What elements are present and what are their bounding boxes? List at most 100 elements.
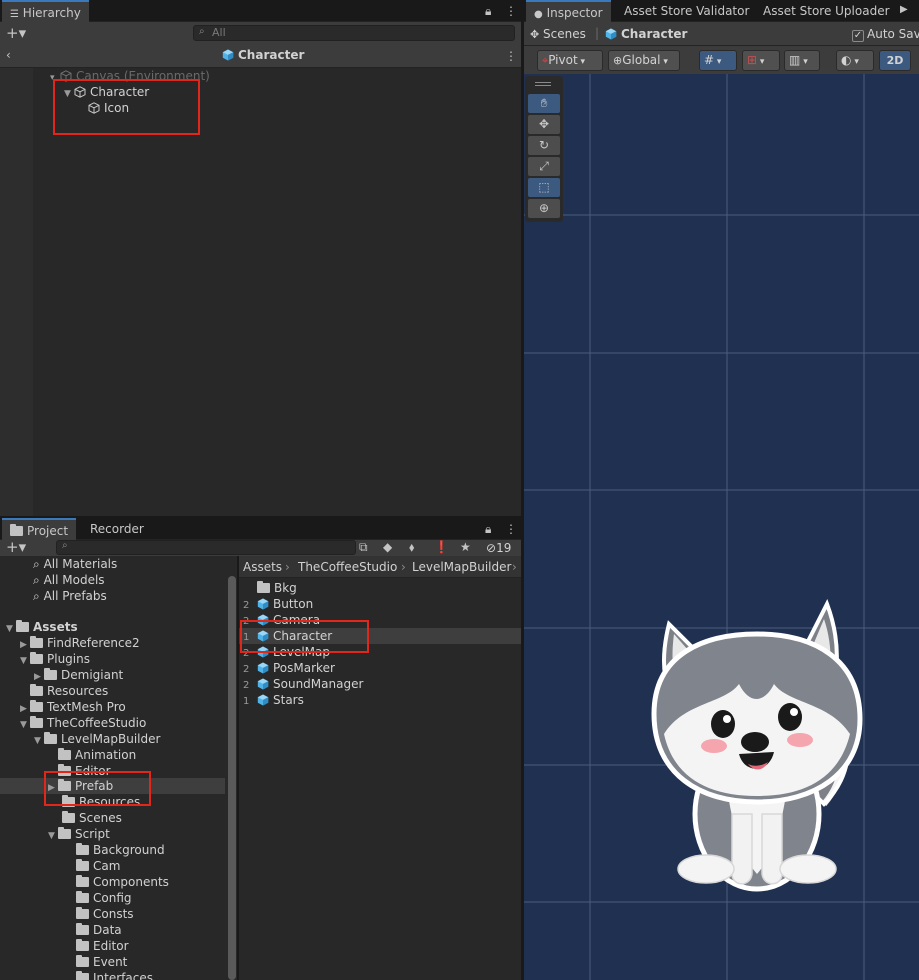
tree-label: Demigiant [61,668,124,682]
file-label: Button [273,597,314,611]
tree-item-interfaces[interactable]: Interfaces [76,970,153,980]
tree-label: Resources [47,684,109,698]
path-segment-levelmapbuilder[interactable]: LevelMapBuilder [412,559,511,575]
project-tabbar: Project Recorder 🔒︎ ⋮ [0,518,521,540]
global-label: Global [622,53,661,67]
rotate-tool-button[interactable]: ↻ [528,136,560,155]
favorite-all-models[interactable]: ⌕ All Models [33,572,105,588]
breadcrumb-character[interactable]: Character [605,26,687,42]
folder-icon [44,668,57,680]
favorite-star-icon[interactable]: ★ [460,540,471,554]
prefab-more-icon[interactable]: ⋮ [505,49,517,63]
file-item-soundmanager[interactable]: 2 SoundManager [243,676,363,692]
scene-view[interactable] [524,74,919,980]
tab-asset-store-uploader[interactable]: Asset Store Uploader [755,0,898,22]
tree-item-resources[interactable]: Resources [20,683,108,699]
lock-icon[interactable]: 🔒︎ [485,4,491,19]
prefab-mode-header: ‹ Character ⋮ [0,44,521,68]
back-arrow-icon[interactable]: ‹ [6,48,11,62]
highlight-box [53,79,200,135]
tree-item-plugins[interactable]: ▼ Plugins [20,651,90,667]
path-segment-thecoffeestudio[interactable]: TheCoffeeStudio [298,559,397,575]
pivot-dropdown[interactable]: ⌖Pivot ▾ [537,50,603,71]
add-icon[interactable]: +▾ [6,24,26,42]
search-icon: ⌕ [33,557,40,571]
lock-icon[interactable]: 🔒︎ [485,522,491,537]
tree-label: Script [75,827,110,841]
hierarchy-tab[interactable]: ☰ Hierarchy [2,0,89,22]
tree-item-findreference2[interactable]: ▶ FindReference2 [20,635,140,651]
snap-icon: ⊞ [747,53,758,67]
snap-increment-dropdown[interactable]: ⊞ ▾ [742,50,780,71]
scene-canvas[interactable] [524,74,919,980]
tree-item-animation[interactable]: Animation [48,747,136,763]
tree-item-script[interactable]: ▼ Script [48,826,110,842]
project-search-input[interactable]: ⌕ [56,540,356,555]
tree-item-levelmapbuilder[interactable]: ▼ LevelMapBuilder [34,731,160,747]
file-item-stars[interactable]: 1 Stars [243,692,304,708]
file-item-button[interactable]: 2 Button [243,596,313,612]
auto-save-toggle[interactable]: ✓Auto Save [852,26,919,42]
tree-item-consts[interactable]: Consts [76,906,134,922]
folder-icon [58,748,71,760]
file-item-posmarker[interactable]: 2 PosMarker [243,660,335,676]
tree-item-assets[interactable]: ▼ Assets [6,619,78,635]
hierarchy-toolbar: +▾ ⌕ All [0,22,521,44]
scale-tool-button[interactable]: ⤢ [528,157,560,176]
warning-icon[interactable]: ❗ [434,540,449,554]
tree-scrollbar[interactable] [228,576,236,980]
tree-item-thecoffeestudio[interactable]: ▼ TheCoffeeStudio [20,715,146,731]
tab-project[interactable]: Project [2,518,77,540]
filter-label-icon[interactable]: ⬧ [409,540,414,555]
folder-icon [16,620,29,632]
tab-overflow-icon[interactable]: ▶ [900,4,908,15]
tree-item-demigiant[interactable]: ▶ Demigiant [34,667,123,683]
prefab-title: Character [238,48,305,62]
tab-asset-store-validator[interactable]: Asset Store Validator [616,0,757,22]
grid-snap-toggle[interactable]: # ▾ [699,50,737,71]
prefab-cube-icon [257,694,269,706]
highlight-box [44,771,151,806]
hidden-packages-toggle[interactable]: ⊘19 [486,540,511,556]
create-icon[interactable]: +▾ [6,538,26,556]
draw-mode-dropdown[interactable]: ◐ ▾ [836,50,874,71]
transform-tool-button[interactable]: ⊕ [528,199,560,218]
filter-type-icon[interactable]: ◆ [383,540,392,554]
scale-icon: ⤢ [539,159,549,173]
tree-item-scenes[interactable]: Scenes [62,810,122,826]
tree-item-components[interactable]: Components [76,874,169,890]
path-segment-assets[interactable]: Assets [243,559,282,575]
prefab-cube-icon [257,678,269,690]
tree-item-cam[interactable]: Cam [76,858,120,874]
tree-label: Config [93,891,132,905]
tree-item-textmesh-pro[interactable]: ▶ TextMesh Pro [20,699,126,715]
tree-item-data[interactable]: Data [76,922,122,938]
folder-icon [62,811,75,823]
tree-item-event[interactable]: Event [76,954,127,970]
2d-mode-toggle[interactable]: 2D [879,50,911,71]
tree-label: TheCoffeeStudio [47,716,147,730]
transform-icon: ⊕ [538,201,550,215]
favorite-all-materials[interactable]: ⌕ All Materials [33,556,117,572]
breadcrumb-scenes[interactable]: ✥ Scenes [530,26,586,42]
move-tool-button[interactable]: ✥ [528,115,560,134]
global-dropdown[interactable]: ⊕Global ▾ [608,50,680,71]
view-tool-button[interactable]: ✋︎ [528,94,560,113]
tree-item-editor-2[interactable]: Editor [76,938,129,954]
tree-item-config[interactable]: Config [76,890,132,906]
more-menu-icon[interactable]: ⋮ [505,4,517,18]
tab-inspector[interactable]: ● Inspector [526,0,611,22]
hierarchy-search-input[interactable]: ⌕ All [193,25,515,41]
tree-label: Animation [75,748,137,762]
search-scope-icon[interactable]: ⧉ [359,540,368,555]
tab-recorder[interactable]: Recorder [82,518,152,540]
grid-visibility-dropdown[interactable]: ▥ ▾ [784,50,820,71]
tree-label: Components [93,875,169,889]
tree-label: Data [93,923,122,937]
file-item-bkg[interactable]: Bkg [243,580,297,596]
more-menu-icon[interactable]: ⋮ [505,522,517,536]
rect-tool-button[interactable]: ⬚ [528,178,560,197]
tree-label: Background [93,843,165,857]
tree-item-background[interactable]: Background [76,842,165,858]
favorite-all-prefabs[interactable]: ⌕ All Prefabs [33,588,107,604]
